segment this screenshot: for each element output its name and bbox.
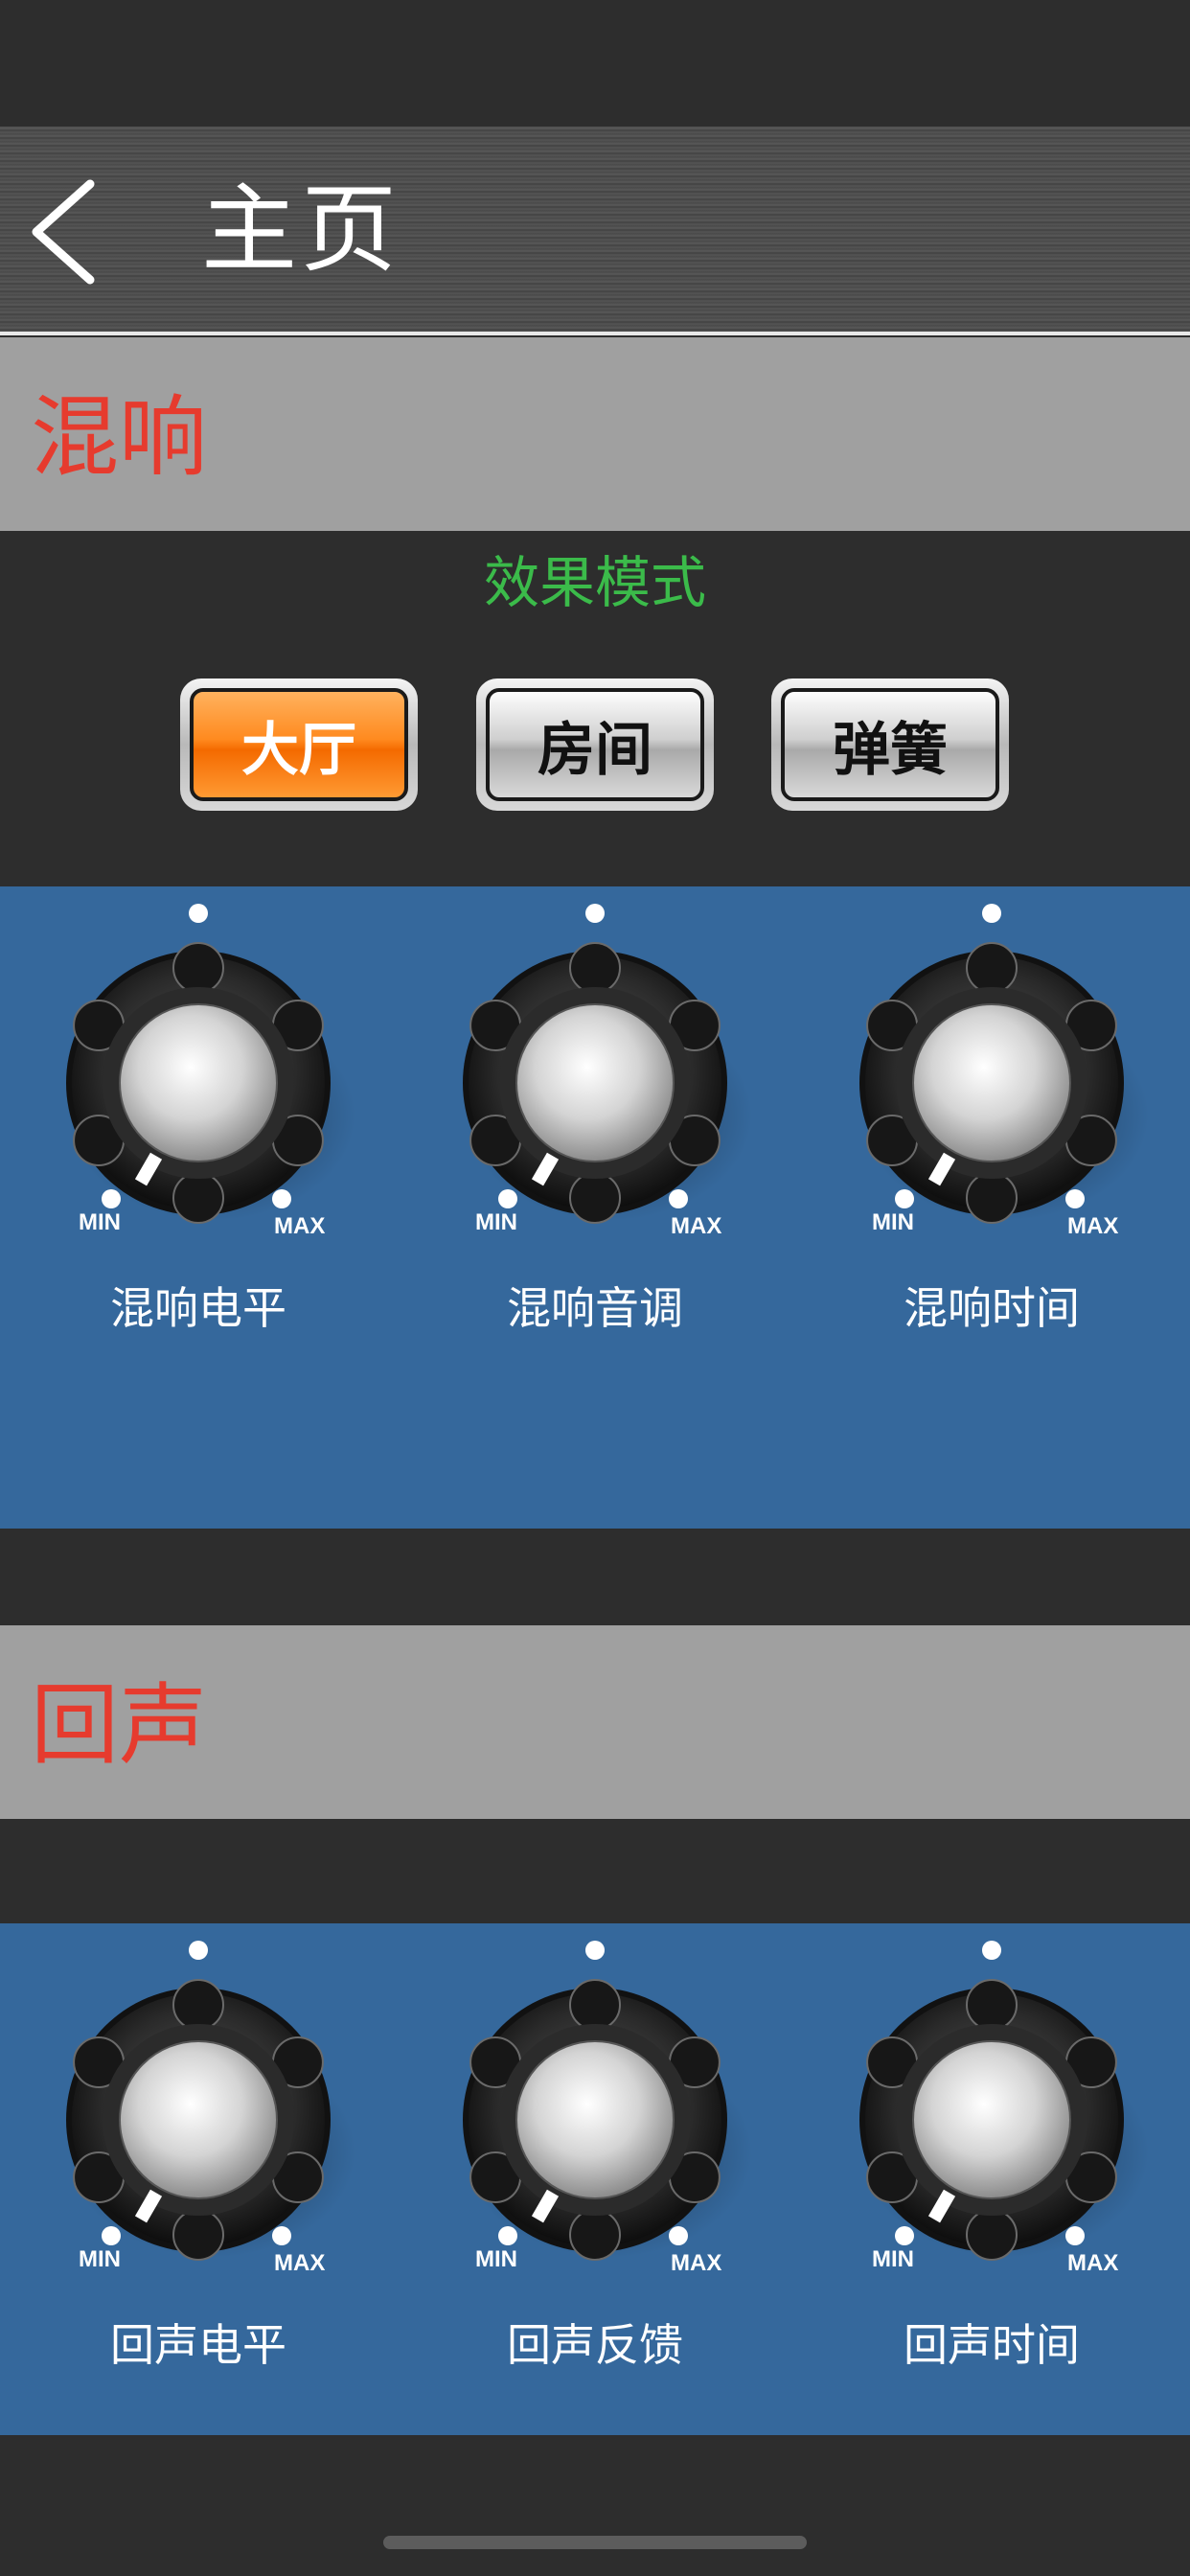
max-label: MAX xyxy=(1067,1213,1118,1239)
top-marker-dot xyxy=(585,904,605,923)
echo-level-control: MIN MAX 回声电平 xyxy=(0,1923,397,2374)
back-button[interactable] xyxy=(23,174,109,289)
top-marker-dot xyxy=(982,1941,1001,1960)
min-marker-dot xyxy=(102,2226,121,2245)
min-marker-dot xyxy=(498,1189,517,1208)
home-indicator xyxy=(383,2536,807,2549)
top-marker-dot xyxy=(982,904,1001,923)
min-label: MIN xyxy=(475,1209,517,1235)
knob-cap xyxy=(119,2040,278,2199)
rotary-knob[interactable]: MIN MAX xyxy=(38,886,358,1270)
min-label: MIN xyxy=(872,2246,914,2272)
rotary-knob[interactable]: MIN MAX xyxy=(832,886,1152,1270)
status-bar xyxy=(0,0,1190,126)
effect-mode-label: 效果模式 xyxy=(483,550,706,615)
mode-button-room[interactable]: 房间 xyxy=(476,678,714,811)
min-marker-dot xyxy=(895,1189,914,1208)
knob-label: 回声时间 xyxy=(904,2319,1080,2371)
knob-cap xyxy=(912,2040,1071,2199)
knob-label: 混响时间 xyxy=(904,1282,1080,1334)
max-marker-dot xyxy=(1065,2226,1085,2245)
min-label: MIN xyxy=(872,1209,914,1235)
max-marker-dot xyxy=(272,2226,291,2245)
min-marker-dot xyxy=(498,2226,517,2245)
reverb-section-title: 混响 xyxy=(31,386,208,489)
mode-button-label: 房间 xyxy=(486,688,704,801)
echo-time-control: MIN MAX 回声时间 xyxy=(793,1923,1190,2374)
echo-feedback-control: MIN MAX 回声反馈 xyxy=(397,1923,793,2374)
reverb-knob-panel: MIN MAX 混响电平 MIN MAX 混响音调 MIN MAX 混响时间 xyxy=(0,886,1190,1529)
echo-section-header: 回声 xyxy=(0,1625,1190,1819)
top-marker-dot xyxy=(189,904,208,923)
top-marker-dot xyxy=(189,1941,208,1960)
knob-label: 混响音调 xyxy=(507,1282,683,1334)
knob-cap xyxy=(119,1003,278,1162)
max-label: MAX xyxy=(274,2250,325,2276)
reverb-level-control: MIN MAX 混响电平 xyxy=(0,886,397,1337)
knob-label: 回声电平 xyxy=(110,2319,286,2371)
rotary-knob[interactable]: MIN MAX xyxy=(832,1923,1152,2307)
min-marker-dot xyxy=(895,2226,914,2245)
mode-button-label: 弹簧 xyxy=(781,688,999,801)
max-label: MAX xyxy=(274,1213,325,1239)
mode-button-label: 大厅 xyxy=(190,688,408,801)
max-label: MAX xyxy=(671,2250,721,2276)
max-marker-dot xyxy=(669,1189,688,1208)
rotary-knob[interactable]: MIN MAX xyxy=(435,1923,755,2307)
reverb-tone-control: MIN MAX 混响音调 xyxy=(397,886,793,1337)
page-title: 主页 xyxy=(201,173,400,286)
min-label: MIN xyxy=(79,1209,121,1235)
chevron-left-icon xyxy=(32,179,95,285)
min-label: MIN xyxy=(475,2246,517,2272)
min-label: MIN xyxy=(79,2246,121,2272)
mode-button-hall[interactable]: 大厅 xyxy=(180,678,418,811)
top-marker-dot xyxy=(585,1941,605,1960)
knob-cap xyxy=(912,1003,1071,1162)
echo-knob-panel: MIN MAX 回声电平 MIN MAX 回声反馈 MIN MAX 回声时间 xyxy=(0,1923,1190,2435)
max-marker-dot xyxy=(272,1189,291,1208)
max-marker-dot xyxy=(669,2226,688,2245)
knob-label: 混响电平 xyxy=(110,1282,286,1334)
reverb-time-control: MIN MAX 混响时间 xyxy=(793,886,1190,1337)
max-label: MAX xyxy=(1067,2250,1118,2276)
rotary-knob[interactable]: MIN MAX xyxy=(435,886,755,1270)
knob-cap xyxy=(515,1003,675,1162)
echo-section-title: 回声 xyxy=(31,1674,208,1777)
reverb-section-header: 混响 xyxy=(0,337,1190,531)
max-marker-dot xyxy=(1065,1189,1085,1208)
navigation-bar: 主页 xyxy=(0,126,1190,335)
rotary-knob[interactable]: MIN MAX xyxy=(38,1923,358,2307)
knob-label: 回声反馈 xyxy=(507,2319,683,2371)
knob-cap xyxy=(515,2040,675,2199)
mode-button-spring[interactable]: 弹簧 xyxy=(771,678,1009,811)
max-label: MAX xyxy=(671,1213,721,1239)
min-marker-dot xyxy=(102,1189,121,1208)
